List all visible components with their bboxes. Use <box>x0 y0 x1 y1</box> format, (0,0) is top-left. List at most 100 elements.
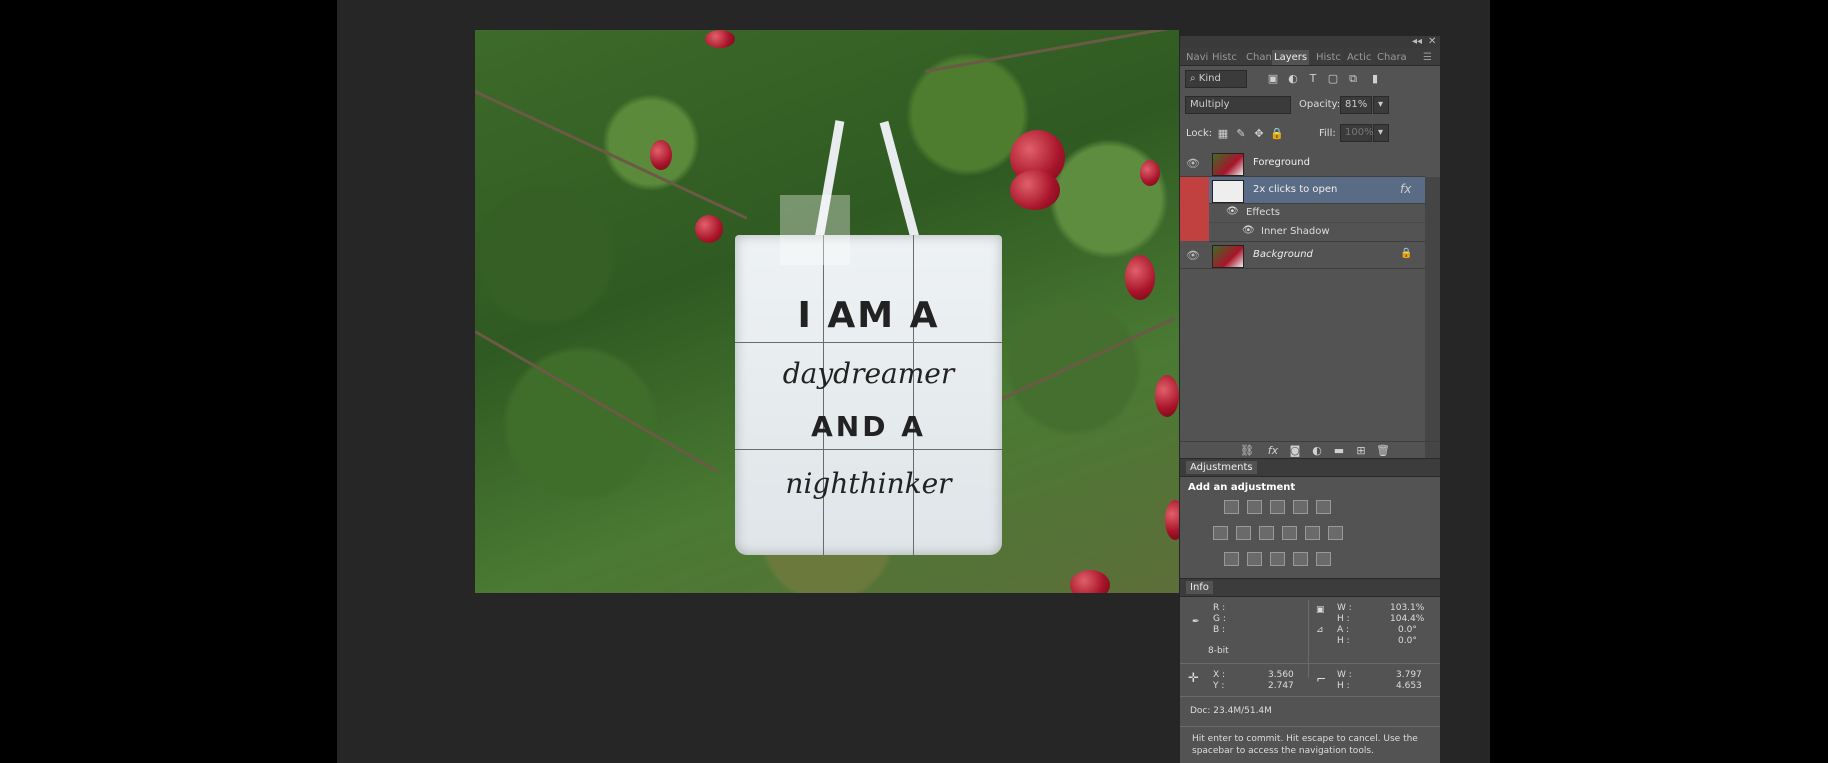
lock-brush-icon[interactable]: ✎ <box>1234 127 1248 141</box>
layer-smart-object[interactable]: 👁 2x clicks to open fx <box>1180 177 1425 204</box>
invert-icon[interactable] <box>1224 552 1239 566</box>
info-a-label: A : <box>1337 625 1350 635</box>
tab-history[interactable]: Histc <box>1314 50 1343 65</box>
tab-character[interactable]: Chara <box>1375 50 1409 65</box>
tab-info[interactable]: Info <box>1186 581 1213 594</box>
tote-bag[interactable]: I AM A daydreamer AND A nighthinker <box>735 235 1002 555</box>
info-x-value: 3.560 <box>1268 670 1294 680</box>
tab-layers[interactable]: Layers <box>1272 50 1310 65</box>
layer-name: Background <box>1253 249 1313 260</box>
adjustments-panel-header: Adjustments <box>1180 458 1440 477</box>
lock-all-icon[interactable]: 🔒 <box>1270 127 1284 141</box>
layer-thumbnail <box>1212 153 1244 176</box>
curves-icon[interactable] <box>1270 500 1285 514</box>
opacity-label: Opacity: <box>1299 99 1341 110</box>
crosshair-icon: ✛ <box>1188 671 1199 686</box>
layer-name: 2x clicks to open <box>1253 184 1338 195</box>
info-size-w-value: 3.797 <box>1396 670 1422 680</box>
filter-toggle-icon[interactable]: ▮ <box>1368 72 1382 86</box>
bag-strap-right <box>879 120 920 240</box>
layer-foreground[interactable]: 👁 Foreground <box>1180 150 1425 177</box>
info-x-label: X : <box>1213 670 1226 680</box>
fill-dropdown-icon[interactable]: ▾ <box>1373 124 1389 142</box>
fill-input[interactable]: 100% <box>1340 124 1374 142</box>
filter-pixel-icon[interactable]: ▣ <box>1266 72 1280 86</box>
tab-channels[interactable]: Chan <box>1244 50 1274 65</box>
layer-background[interactable]: 👁 Background 🔒 <box>1180 242 1425 269</box>
exposure-icon[interactable] <box>1293 500 1308 514</box>
info-size-h-value: 4.653 <box>1396 681 1422 691</box>
threshold-icon[interactable] <box>1270 552 1285 566</box>
inner-shadow-label: Inner Shadow <box>1261 226 1330 237</box>
selection-size-icon: ⌐ <box>1316 672 1327 686</box>
eyedropper-icon: ✒ <box>1192 617 1200 627</box>
panel-menu-icon[interactable]: ☰ <box>1421 50 1434 65</box>
new-adjustment-icon[interactable]: ◐ <box>1310 444 1324 458</box>
color-balance-icon[interactable] <box>1236 526 1251 540</box>
watermark <box>780 195 850 265</box>
vibrance-icon[interactable] <box>1316 500 1331 514</box>
tab-histogram[interactable]: Histc <box>1210 50 1239 65</box>
lock-transparent-icon[interactable]: ▦ <box>1216 127 1230 141</box>
levels-icon[interactable] <box>1247 500 1262 514</box>
info-w-label: W : <box>1337 603 1352 613</box>
link-layers-icon[interactable]: ⛓ <box>1240 444 1254 458</box>
info-bitdepth: 8-bit <box>1208 646 1229 656</box>
info-h-label: H : <box>1337 614 1350 624</box>
layer-color-label-strip <box>1180 177 1209 241</box>
filter-shape-icon[interactable]: ▢ <box>1326 72 1340 86</box>
photo-filter-icon[interactable] <box>1282 526 1297 540</box>
blend-mode-select[interactable]: Multiply <box>1185 96 1291 114</box>
new-group-icon[interactable]: ▬ <box>1332 444 1346 458</box>
tab-actions[interactable]: Actic <box>1345 50 1373 65</box>
visibility-eye-icon[interactable]: 👁 <box>1186 157 1200 170</box>
tab-navigator[interactable]: Navi <box>1184 50 1210 65</box>
bag-text-line4: nighthinker <box>785 467 952 500</box>
canvas-image[interactable]: I AM A daydreamer AND A nighthinker <box>475 30 1179 593</box>
opacity-input[interactable]: 81% <box>1340 96 1372 114</box>
opacity-dropdown-icon[interactable]: ▾ <box>1373 96 1389 114</box>
visibility-eye-icon[interactable]: 👁 <box>1186 249 1200 262</box>
add-mask-icon[interactable]: ◙ <box>1288 444 1302 458</box>
black-white-icon[interactable] <box>1259 526 1274 540</box>
filter-smartobject-icon[interactable]: ⧉ <box>1346 72 1360 86</box>
angle-icon: ⊿ <box>1316 625 1324 635</box>
channel-mixer-icon[interactable] <box>1305 526 1320 540</box>
new-layer-icon[interactable]: ⊞ <box>1354 444 1368 458</box>
search-icon: ⌕ <box>1190 73 1199 84</box>
visibility-eye-icon[interactable]: 👁 <box>1242 225 1255 236</box>
filter-adjustment-icon[interactable]: ◐ <box>1286 72 1300 86</box>
posterize-icon[interactable] <box>1247 552 1262 566</box>
info-h-value: 104.4% <box>1390 614 1425 624</box>
effects-row[interactable]: 👁 Effects <box>1209 204 1425 223</box>
info-size-w-label: W : <box>1337 670 1352 680</box>
transform-icon: ▣ <box>1316 605 1325 615</box>
lock-icon: 🔒 <box>1400 248 1413 259</box>
info-b: B : <box>1213 625 1226 635</box>
gradient-map-icon[interactable] <box>1316 552 1331 566</box>
tab-adjustments[interactable]: Adjustments <box>1186 461 1257 474</box>
bag-text-line2: daydreamer <box>782 357 955 390</box>
close-panel-icon[interactable]: ✕ <box>1428 36 1436 47</box>
bag-text-line1: I AM A <box>797 295 940 336</box>
brightness-icon[interactable] <box>1224 500 1239 514</box>
add-style-icon[interactable]: fx <box>1266 444 1280 458</box>
collapse-panels-icon[interactable]: ◂◂ <box>1412 36 1422 47</box>
filter-kind-select[interactable]: ⌕ Kind <box>1185 70 1247 88</box>
filter-type-icon[interactable]: T <box>1306 72 1320 86</box>
delete-layer-icon[interactable]: 🗑 <box>1376 444 1390 458</box>
inner-shadow-row[interactable]: 👁 Inner Shadow <box>1209 223 1425 242</box>
lock-position-icon[interactable]: ✥ <box>1252 127 1266 141</box>
layers-scrollbar[interactable] <box>1425 177 1440 476</box>
fx-icon[interactable]: fx <box>1400 182 1411 196</box>
right-panel-dock: ◂◂ ✕ Navi Histc Chan Layers Histc Actic … <box>1180 36 1440 763</box>
adjustments-title: Add an adjustment <box>1188 482 1296 493</box>
hue-saturation-icon[interactable] <box>1213 526 1228 540</box>
info-h2-value: 0.0° <box>1398 636 1417 646</box>
visibility-eye-icon[interactable]: 👁 <box>1226 206 1239 217</box>
selective-color-icon[interactable] <box>1293 552 1308 566</box>
layer-thumbnail <box>1212 245 1244 268</box>
info-g: G : <box>1213 614 1226 624</box>
color-lookup-icon[interactable] <box>1328 526 1343 540</box>
layers-bottom-toolbar: ⛓ fx ◙ ◐ ▬ ⊞ 🗑 <box>1180 441 1440 459</box>
